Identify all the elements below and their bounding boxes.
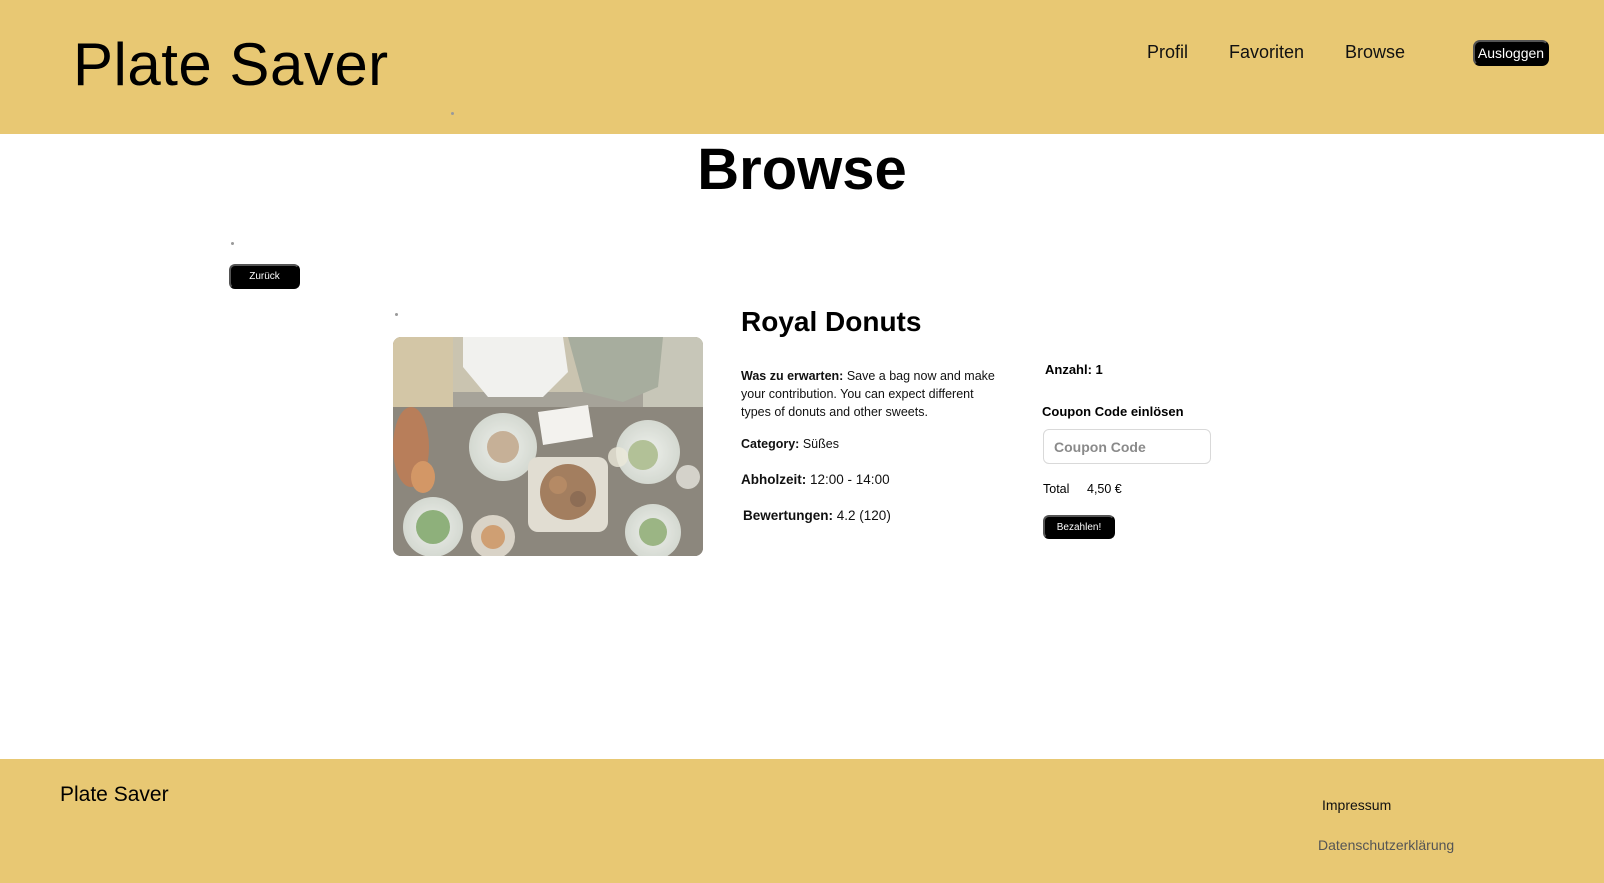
page-title: Browse	[697, 137, 907, 202]
datenschutz-link[interactable]: Datenschutzerklärung	[1318, 837, 1454, 853]
decorative-dot	[451, 112, 454, 115]
decorative-dot	[395, 313, 398, 316]
product-name: Royal Donuts	[741, 306, 922, 337]
page: Plate Saver Profil Favoriten Browse Ausl…	[0, 0, 1604, 883]
rating-value: 4.2 (120)	[836, 508, 891, 523]
back-button[interactable]: Zurück	[229, 264, 300, 289]
logout-button[interactable]: Ausloggen	[1473, 40, 1549, 66]
pickup-time: Abholzeit: 12:00 - 14:00	[741, 471, 890, 489]
decorative-dot	[231, 242, 234, 245]
nav-browse-link[interactable]: Browse	[1345, 42, 1405, 63]
rating-label: Bewertungen:	[743, 508, 834, 523]
site-header: Plate Saver Profil Favoriten Browse Ausl…	[0, 0, 1604, 134]
quantity-label: Anzahl: 1	[1045, 362, 1103, 377]
category-value: Süßes	[802, 437, 839, 451]
nav-favoriten-link[interactable]: Favoriten	[1229, 42, 1304, 63]
pickup-label: Abholzeit:	[741, 472, 807, 487]
nav-profil-link[interactable]: Profil	[1147, 42, 1188, 63]
category-label: Category:	[741, 437, 800, 451]
pay-button[interactable]: Bezahlen!	[1043, 515, 1115, 539]
expect-label: Was zu erwarten:	[741, 369, 844, 383]
coupon-label: Coupon Code einlösen	[1042, 404, 1184, 419]
impressum-link[interactable]: Impressum	[1322, 797, 1391, 813]
product-rating: Bewertungen: 4.2 (120)	[743, 507, 891, 525]
site-footer: Plate Saver Impressum Datenschutzerkläru…	[0, 759, 1604, 883]
product-image	[393, 337, 703, 556]
food-table-photo-icon	[393, 337, 703, 556]
product-category: Category: Süßes	[741, 435, 839, 453]
pickup-value: 12:00 - 14:00	[810, 472, 890, 487]
coupon-code-input[interactable]	[1043, 429, 1211, 464]
brand-logo-text[interactable]: Plate Saver	[73, 30, 389, 99]
product-description: Was zu erwarten: Save a bag now and make…	[741, 367, 1006, 421]
total-value: 4,50 €	[1087, 482, 1122, 496]
total-label: Total	[1043, 482, 1070, 496]
footer-brand: Plate Saver	[60, 783, 169, 806]
